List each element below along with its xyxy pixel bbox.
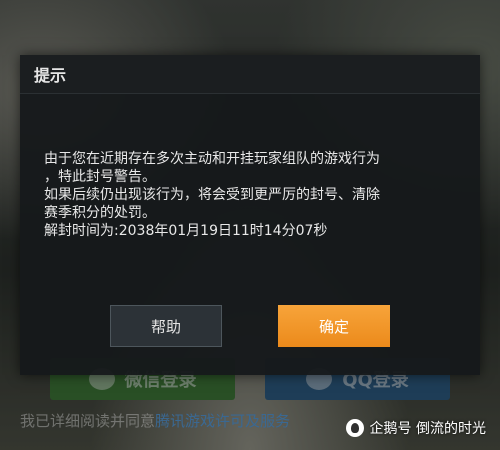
message-line: 如果后续仍出现该行为，将会受到更严厉的封号、清除 [44, 187, 380, 203]
message-line: 赛季积分的处罚。 [44, 205, 156, 221]
unban-time-line: 解封时间为:2038年01月19日11时14分07秒 [44, 223, 328, 239]
confirm-button[interactable]: 确定 [278, 305, 390, 347]
dialog-header: 提示 [20, 55, 480, 94]
help-button[interactable]: 帮助 [110, 305, 222, 347]
penguin-logo-icon [345, 419, 364, 437]
warning-dialog: 提示 由于您在近期存在多次主动和开挂玩家组队的游戏行为 ，特此封号警告。 如果后… [20, 55, 480, 375]
dialog-buttons: 帮助 确定 [20, 305, 480, 347]
message-line: 由于您在近期存在多次主动和开挂玩家组队的游戏行为 [44, 151, 380, 167]
watermark-text: 企鹅号 倒流的时光 [369, 421, 486, 437]
watermark: 企鹅号 倒流的时光 [345, 418, 486, 438]
message-line: ，特此封号警告。 [44, 169, 156, 185]
dialog-message: 由于您在近期存在多次主动和开挂玩家组队的游戏行为 ，特此封号警告。 如果后续仍出… [20, 94, 480, 240]
dialog-title: 提示 [34, 66, 67, 85]
